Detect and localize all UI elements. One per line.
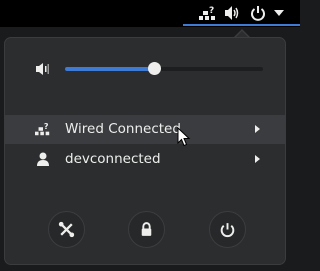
network-wired-acquiring-icon: ? (35, 122, 50, 136)
settings-tools-icon (58, 221, 75, 238)
active-indicator (183, 24, 300, 26)
speaker-volume-icon (225, 6, 239, 20)
lock-button[interactable] (128, 211, 165, 248)
menu-item-user[interactable]: devconnected (5, 145, 285, 174)
power-off-button[interactable] (209, 211, 246, 248)
user-icon (37, 152, 49, 166)
settings-button[interactable] (48, 211, 85, 248)
submenu-arrow-icon (255, 155, 260, 163)
menu-item-label: Wired Connected (65, 121, 181, 137)
system-menu: ? Wired Connected devconnected (4, 37, 286, 265)
network-wired-acquiring-icon: ? (199, 6, 215, 20)
svg-text:?: ? (44, 122, 49, 131)
submenu-arrow-icon (255, 125, 260, 133)
svg-text:?: ? (209, 6, 214, 16)
volume-slider[interactable] (65, 62, 263, 75)
volume-slider-fill (65, 67, 155, 71)
power-icon (251, 6, 265, 21)
mouse-pointer-icon (177, 127, 191, 147)
top-bar: ? (0, 0, 300, 27)
lock-icon (141, 222, 152, 236)
power-icon (220, 223, 235, 238)
menu-arrow-icon (274, 10, 284, 16)
system-status-area[interactable]: ? (183, 0, 300, 27)
menu-item-label: devconnected (65, 151, 161, 167)
menu-item-wired-connection[interactable]: ? Wired Connected (5, 115, 285, 144)
speaker-volume-icon (36, 63, 49, 75)
volume-slider-handle[interactable] (148, 62, 162, 75)
